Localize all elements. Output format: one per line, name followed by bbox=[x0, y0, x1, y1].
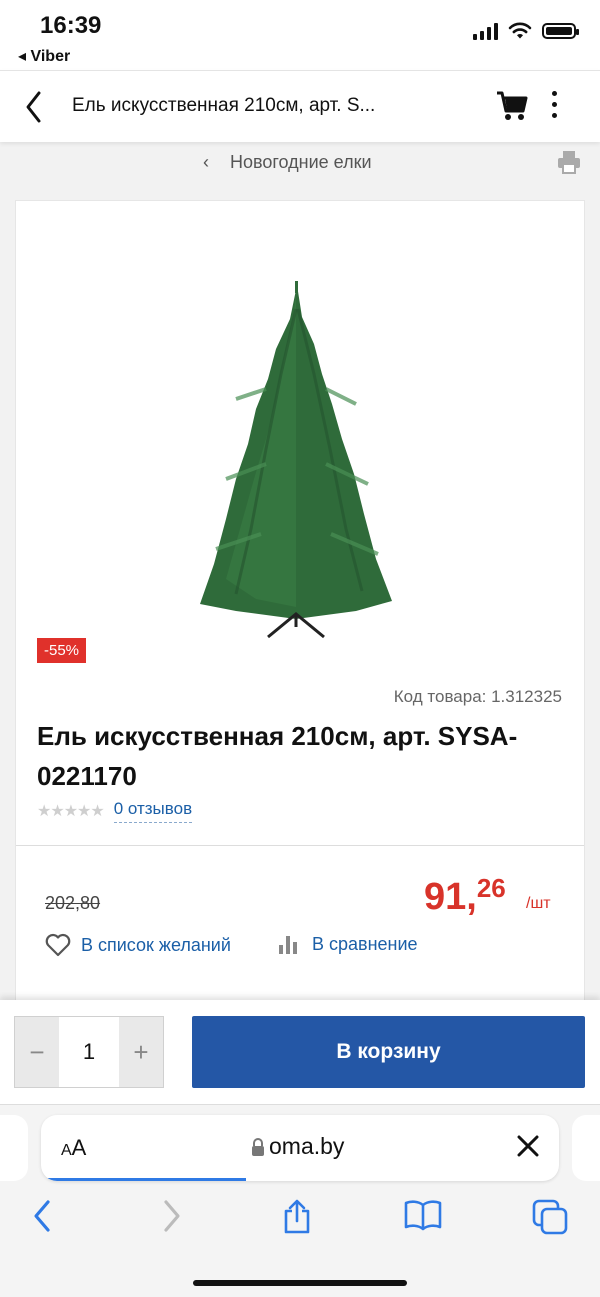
rating-row: ★★★★★ 0 отзывов bbox=[37, 799, 193, 823]
lock-icon bbox=[252, 1138, 264, 1156]
home-indicator bbox=[193, 1280, 407, 1286]
print-icon[interactable] bbox=[556, 149, 582, 175]
heart-icon bbox=[45, 933, 71, 957]
status-time: 16:39 bbox=[40, 12, 102, 39]
product-card: -55% Код товара: 1.312325 Ель искусствен… bbox=[15, 200, 585, 1010]
quantity-increase-button[interactable]: + bbox=[119, 1017, 163, 1087]
divider bbox=[16, 845, 584, 846]
address-bar[interactable]: AA oma.by bbox=[41, 1115, 559, 1181]
product-code: Код товара: 1.312325 bbox=[393, 687, 562, 706]
system-icons bbox=[473, 22, 579, 40]
discount-badge: -55% bbox=[37, 638, 87, 663]
page-load-progress bbox=[41, 1178, 246, 1181]
back-icon[interactable] bbox=[32, 1199, 54, 1233]
add-to-cart-button[interactable]: В корзину bbox=[192, 1016, 585, 1088]
wishlist-button[interactable]: В список желаний bbox=[45, 933, 231, 957]
share-icon[interactable] bbox=[281, 1199, 313, 1235]
breadcrumb: ‹ Новогодние елки bbox=[0, 142, 600, 200]
battery-icon bbox=[542, 23, 579, 39]
app-header: Ель искусственная 210см, арт. S... bbox=[0, 70, 600, 142]
aa-small: A bbox=[61, 1142, 72, 1159]
browser-toolbar: AA oma.by bbox=[0, 1104, 600, 1297]
price-cents: 26 bbox=[476, 873, 506, 903]
bar-chart-icon bbox=[279, 936, 297, 954]
breadcrumb-link[interactable]: Новогодние елки bbox=[230, 152, 372, 173]
price-integer: 91, bbox=[424, 876, 477, 918]
tabs-icon[interactable] bbox=[532, 1199, 568, 1235]
reader-options-button[interactable]: AA bbox=[61, 1135, 86, 1161]
previous-tab-preview[interactable] bbox=[0, 1115, 28, 1181]
purchase-bar: − 1 + В корзину bbox=[0, 1000, 600, 1104]
compare-button[interactable]: В сравнение bbox=[278, 933, 418, 955]
back-chevron-icon[interactable] bbox=[22, 89, 46, 125]
quantity-input[interactable]: 1 bbox=[59, 1017, 119, 1087]
browser-nav bbox=[0, 1199, 600, 1249]
breadcrumb-arrow-icon[interactable]: ‹ bbox=[203, 152, 209, 173]
bookmarks-icon[interactable] bbox=[404, 1199, 442, 1231]
url-text: oma.by bbox=[269, 1133, 345, 1159]
cart-icon[interactable] bbox=[495, 89, 529, 123]
next-tab-preview[interactable] bbox=[572, 1115, 600, 1181]
current-price: 91,26 bbox=[424, 873, 506, 919]
compare-label: В сравнение bbox=[312, 933, 418, 954]
quantity-decrease-button[interactable]: − bbox=[15, 1017, 59, 1087]
reviews-link[interactable]: 0 отзывов bbox=[113, 799, 193, 823]
back-to-app-link[interactable]: ◂ Viber bbox=[18, 46, 70, 66]
product-name: Ель искусственная 210см, арт. SYSA-02211… bbox=[37, 721, 518, 791]
quantity-stepper: − 1 + bbox=[14, 1016, 164, 1088]
old-price: 202,80 bbox=[45, 893, 101, 913]
page-title: Ель искусственная 210см, арт. S... bbox=[72, 95, 376, 116]
christmas-tree-image bbox=[200, 281, 392, 639]
price-unit: /шт bbox=[526, 895, 551, 912]
more-vertical-icon[interactable] bbox=[552, 91, 557, 118]
rating-stars: ★★★★★ bbox=[37, 803, 105, 820]
product-image[interactable] bbox=[196, 279, 396, 644]
aa-big: A bbox=[71, 1135, 87, 1160]
forward-icon[interactable] bbox=[160, 1199, 182, 1233]
signal-icon bbox=[473, 22, 498, 40]
close-icon[interactable] bbox=[515, 1133, 541, 1159]
wifi-icon bbox=[508, 22, 532, 39]
wishlist-label: В список желаний bbox=[81, 934, 231, 955]
status-bar: 16:39 ◂ Viber bbox=[0, 0, 600, 70]
